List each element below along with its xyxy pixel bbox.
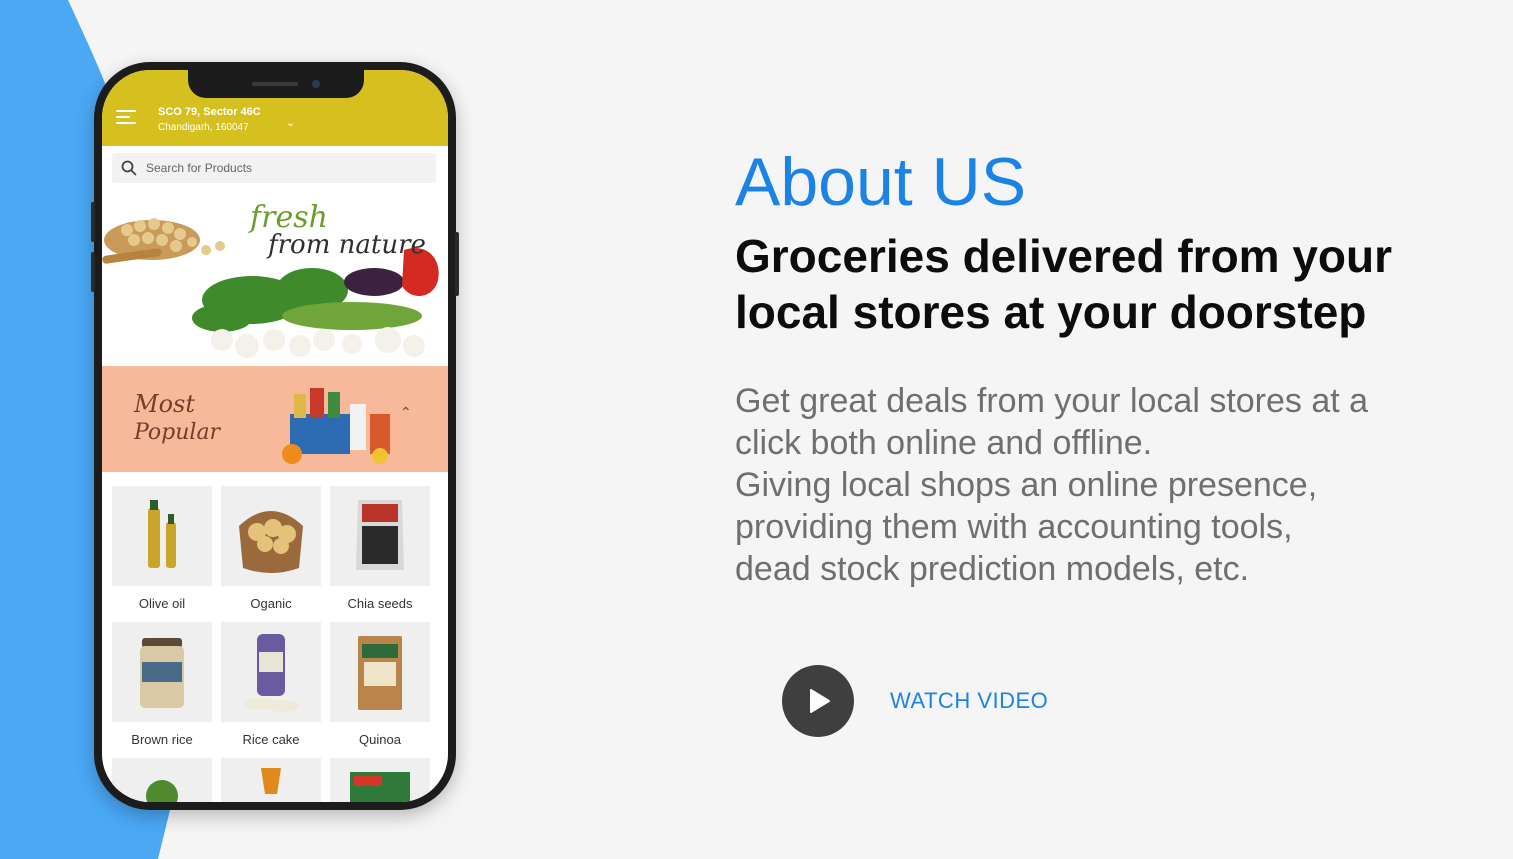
chevron-down-icon[interactable]: ⌄ <box>286 116 295 129</box>
most-popular-title-line2: Popular <box>134 420 221 445</box>
search-icon <box>121 160 137 176</box>
product-label: Rice cake <box>242 732 300 747</box>
product-label: Chia seeds <box>347 596 413 611</box>
product-image <box>221 758 321 802</box>
about-description: Get great deals from your local stores a… <box>735 380 1425 590</box>
product-tile[interactable]: Rice cake <box>221 622 321 747</box>
product-image <box>330 622 430 722</box>
about-subtitle: Groceries delivered from your local stor… <box>735 228 1455 340</box>
banner-text-from-nature: from nature <box>268 230 426 260</box>
hamburger-menu-icon[interactable] <box>116 110 136 124</box>
product-label: Quinoa <box>359 732 401 747</box>
phone-volume-button <box>91 252 95 292</box>
product-image <box>221 622 321 722</box>
about-description-line: Giving local shops an online presence, <box>735 466 1318 504</box>
phone-power-button <box>455 232 459 296</box>
delivery-address-line2[interactable]: Chandigarh, 160047 <box>158 122 249 133</box>
product-tile[interactable]: Olive oil <box>112 486 212 611</box>
grocery-basket-illustration <box>282 388 390 464</box>
product-tile[interactable] <box>330 758 430 802</box>
product-tile[interactable]: Brown rice <box>112 622 212 747</box>
about-description-line: providing them with accounting tools, <box>735 508 1293 546</box>
product-tile[interactable]: Chia seeds <box>330 486 430 611</box>
product-image <box>330 758 430 802</box>
product-image <box>112 622 212 722</box>
chevron-up-icon[interactable]: ⌃ <box>400 404 412 421</box>
about-section: About US Groceries delivered from your l… <box>735 142 1455 590</box>
search-bar <box>102 146 448 190</box>
product-tile[interactable]: Quinoa <box>330 622 430 747</box>
most-popular-section[interactable]: Most Popular ⌃ <box>102 366 448 472</box>
promo-banner[interactable]: fresh from nature <box>102 190 448 366</box>
product-tile[interactable]: Oganic <box>221 486 321 611</box>
about-subtitle-line1: Groceries delivered from your <box>735 230 1393 282</box>
phone-volume-button <box>91 202 95 242</box>
product-image <box>112 758 212 802</box>
search-input[interactable] <box>144 160 398 176</box>
about-description-line: click both online and offline. <box>735 424 1153 462</box>
about-description-line: dead stock prediction models, etc. <box>735 550 1250 588</box>
product-label: Olive oil <box>138 596 186 611</box>
watch-video-link[interactable]: WATCH VIDEO <box>890 688 1048 714</box>
product-tile[interactable] <box>112 758 212 802</box>
most-popular-title: Most <box>134 390 195 418</box>
product-image <box>112 486 212 586</box>
phone-screen: SCO 79, Sector 46C Chandigarh, 160047 ⌄ <box>102 70 448 802</box>
about-title: About US <box>735 144 1027 220</box>
product-label: Brown rice <box>131 732 193 747</box>
watch-video: WATCH VIDEO <box>782 665 1048 737</box>
product-tile[interactable] <box>221 758 321 802</box>
play-video-button[interactable] <box>782 665 854 737</box>
play-icon <box>810 689 830 713</box>
search-box[interactable] <box>112 153 436 183</box>
phone-mockup: SCO 79, Sector 46C Chandigarh, 160047 ⌄ <box>91 62 459 810</box>
delivery-address-line1[interactable]: SCO 79, Sector 46C <box>158 106 261 118</box>
product-label: Oganic <box>250 596 292 611</box>
phone-notch <box>188 70 364 98</box>
about-subtitle-line2: local stores at your doorstep <box>735 286 1367 338</box>
about-description-line: Get great deals from your local stores a… <box>735 382 1369 420</box>
product-image <box>221 486 321 586</box>
product-image <box>330 486 430 586</box>
